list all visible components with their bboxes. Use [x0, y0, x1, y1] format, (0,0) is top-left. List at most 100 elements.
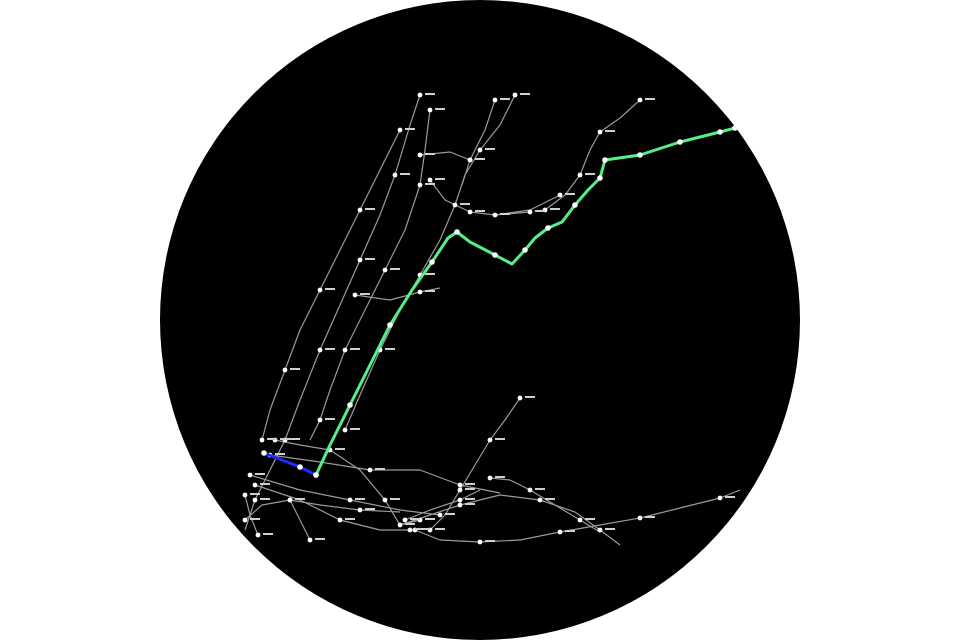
- station-dot[interactable]: [357, 257, 363, 263]
- station-dot[interactable]: [417, 182, 423, 188]
- station-label-mark: [425, 93, 435, 95]
- station-label-mark: [500, 213, 510, 215]
- green-route-station[interactable]: [522, 247, 528, 253]
- station-dot[interactable]: [537, 497, 543, 503]
- station-dot[interactable]: [242, 517, 248, 523]
- station-dot[interactable]: [342, 427, 348, 433]
- station-label-mark: [465, 488, 475, 490]
- station-label-mark: [275, 453, 285, 455]
- station-dot[interactable]: [347, 497, 353, 503]
- station-label-mark: [565, 530, 575, 532]
- station-dot[interactable]: [427, 107, 433, 113]
- station-dot[interactable]: [457, 487, 463, 493]
- station-dot[interactable]: [492, 97, 498, 103]
- station-label-mark: [445, 513, 455, 515]
- station-label-mark: [390, 268, 400, 270]
- station-dot[interactable]: [597, 129, 603, 135]
- station-dot[interactable]: [427, 177, 433, 183]
- station-label-mark: [263, 533, 273, 535]
- station-label-mark: [495, 476, 505, 478]
- station-dot[interactable]: [397, 522, 403, 528]
- green-route-station[interactable]: [732, 125, 738, 131]
- station-dot[interactable]: [557, 529, 563, 535]
- station-dot[interactable]: [317, 417, 323, 423]
- station-dot[interactable]: [282, 367, 288, 373]
- green-route-station[interactable]: [454, 229, 460, 235]
- green-route-station[interactable]: [637, 152, 643, 158]
- station-dot[interactable]: [287, 497, 293, 503]
- station-label-mark: [535, 210, 545, 212]
- station-dot[interactable]: [382, 497, 388, 503]
- station-dot[interactable]: [457, 497, 463, 503]
- station-dot[interactable]: [357, 507, 363, 513]
- green-route-station[interactable]: [545, 225, 551, 231]
- green-route-station[interactable]: [387, 322, 393, 328]
- station-dot[interactable]: [255, 532, 261, 538]
- station-dot[interactable]: [307, 537, 313, 543]
- station-dot[interactable]: [417, 92, 423, 98]
- green-route-station[interactable]: [717, 129, 723, 135]
- station-dot[interactable]: [467, 157, 473, 163]
- green-route-station[interactable]: [597, 175, 603, 181]
- station-label-mark: [315, 538, 325, 540]
- green-route-station[interactable]: [347, 402, 353, 408]
- station-dot[interactable]: [512, 92, 518, 98]
- station-label-mark: [465, 483, 475, 485]
- station-dot[interactable]: [597, 527, 603, 533]
- station-label-mark: [250, 518, 260, 520]
- station-dot[interactable]: [417, 289, 423, 295]
- station-dot[interactable]: [487, 475, 493, 481]
- station-dot[interactable]: [527, 209, 533, 215]
- station-dot[interactable]: [252, 482, 258, 488]
- station-dot[interactable]: [259, 437, 265, 443]
- station-dot[interactable]: [637, 515, 643, 521]
- station-dot[interactable]: [487, 437, 493, 443]
- station-label-mark: [355, 498, 365, 500]
- station-dot[interactable]: [577, 517, 583, 523]
- station-label-mark: [350, 348, 360, 350]
- station-dot[interactable]: [407, 527, 413, 533]
- station-label-mark: [525, 396, 535, 398]
- station-dot[interactable]: [437, 512, 443, 518]
- station-dot[interactable]: [247, 472, 253, 478]
- blue-route-station[interactable]: [261, 450, 267, 456]
- station-dot[interactable]: [352, 292, 358, 298]
- green-route-station[interactable]: [572, 202, 578, 208]
- station-dot[interactable]: [457, 482, 463, 488]
- station-dot[interactable]: [402, 517, 408, 523]
- station-dot[interactable]: [382, 267, 388, 273]
- station-dot[interactable]: [527, 487, 533, 493]
- green-route-station[interactable]: [429, 259, 435, 265]
- station-dot[interactable]: [467, 209, 473, 215]
- station-dot[interactable]: [577, 172, 583, 178]
- station-dot[interactable]: [477, 539, 483, 545]
- station-dot[interactable]: [317, 347, 323, 353]
- station-dot[interactable]: [492, 212, 498, 218]
- station-dot[interactable]: [717, 495, 723, 501]
- station-dot[interactable]: [417, 152, 423, 158]
- green-route-station[interactable]: [492, 252, 498, 258]
- station-dot[interactable]: [367, 467, 373, 473]
- station-dot[interactable]: [477, 147, 483, 153]
- blue-route-station[interactable]: [313, 472, 319, 478]
- station-label-mark: [425, 273, 435, 275]
- green-route-station[interactable]: [602, 157, 608, 163]
- station-dot[interactable]: [317, 287, 323, 293]
- station-dot[interactable]: [517, 395, 523, 401]
- station-dot[interactable]: [397, 127, 403, 133]
- station-dot[interactable]: [457, 502, 463, 508]
- station-dot[interactable]: [242, 492, 248, 498]
- station-label-mark: [260, 483, 270, 485]
- blue-route-station[interactable]: [297, 464, 303, 470]
- station-dot[interactable]: [357, 207, 363, 213]
- station-dot[interactable]: [342, 347, 348, 353]
- station-dot[interactable]: [637, 97, 643, 103]
- green-route-station[interactable]: [677, 139, 683, 145]
- station-dot[interactable]: [452, 202, 458, 208]
- station-dot[interactable]: [252, 497, 258, 503]
- station-dot[interactable]: [337, 517, 343, 523]
- station-dot[interactable]: [557, 192, 563, 198]
- station-dot[interactable]: [392, 172, 398, 178]
- station-label-mark: [435, 528, 445, 530]
- subway-map[interactable]: [0, 0, 960, 640]
